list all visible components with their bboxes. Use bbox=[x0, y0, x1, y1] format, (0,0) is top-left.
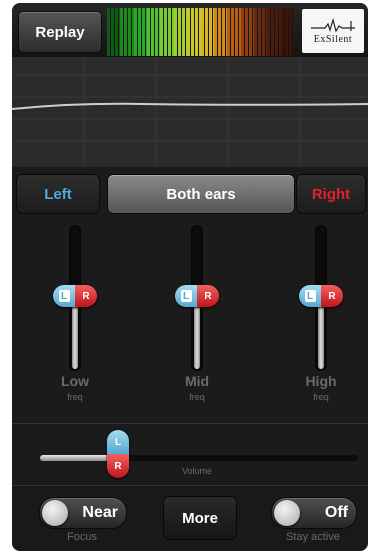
meter-segment bbox=[107, 8, 121, 56]
ear-selector: Left Both ears Right bbox=[12, 170, 368, 218]
more-button[interactable]: More bbox=[163, 496, 237, 540]
meter-segment bbox=[147, 8, 161, 56]
focus-label: Focus bbox=[67, 531, 97, 543]
brand-text: ExSilent bbox=[313, 34, 353, 45]
slider-sublabel: freq bbox=[189, 392, 205, 402]
meter-segment bbox=[200, 8, 214, 56]
high-freq-slider[interactable]: L R High freq bbox=[286, 221, 356, 413]
slider-fill bbox=[194, 297, 200, 369]
low-freq-slider[interactable]: L R Low freq bbox=[40, 221, 110, 413]
wave-icon bbox=[311, 17, 355, 33]
volume-handle[interactable]: L R bbox=[107, 430, 129, 478]
both-ears-button[interactable]: Both ears bbox=[107, 174, 295, 214]
meter-segment bbox=[253, 8, 268, 56]
meter-segment bbox=[213, 8, 228, 56]
replay-button[interactable]: Replay bbox=[18, 11, 102, 53]
brand-logo: ExSilent bbox=[302, 9, 364, 53]
mid-freq-slider[interactable]: L R Mid freq bbox=[162, 221, 232, 413]
slider-sublabel: freq bbox=[67, 392, 83, 402]
level-meter bbox=[107, 8, 295, 56]
slider-label: High bbox=[305, 373, 337, 389]
toggle-knob bbox=[42, 500, 68, 526]
app-screen: Replay ExSilent Left Both ears Right L R… bbox=[12, 3, 368, 551]
meter-segment bbox=[173, 8, 188, 56]
frequency-graph bbox=[12, 57, 368, 167]
right-marker: R bbox=[321, 285, 343, 307]
meter-segment bbox=[240, 8, 254, 56]
focus-toggle[interactable]: Near bbox=[39, 497, 127, 529]
slider-handle[interactable]: L R bbox=[299, 285, 343, 307]
meter-segment bbox=[120, 8, 134, 56]
right-ear-button[interactable]: Right bbox=[296, 174, 366, 214]
left-marker: L bbox=[180, 290, 192, 302]
meter-segment bbox=[133, 8, 148, 56]
meter-segment bbox=[187, 8, 201, 56]
focus-toggle-text: Near bbox=[82, 504, 118, 521]
left-marker: L bbox=[304, 290, 316, 302]
slider-fill bbox=[318, 297, 324, 369]
slider-handle[interactable]: L R bbox=[175, 285, 219, 307]
meter-segment bbox=[267, 8, 281, 56]
stay-active-label: Stay active bbox=[286, 531, 340, 543]
slider-label: Mid bbox=[184, 373, 210, 389]
bottom-bar: Near Focus More Off Stay active bbox=[12, 485, 368, 551]
slider-handle[interactable]: L R bbox=[53, 285, 97, 307]
slider-fill bbox=[72, 297, 78, 369]
meter-segment bbox=[280, 8, 295, 56]
right-marker: R bbox=[75, 285, 97, 307]
left-marker: L bbox=[58, 290, 70, 302]
volume-section: L R Volume bbox=[12, 423, 368, 486]
right-marker: R bbox=[107, 454, 129, 478]
slider-sublabel: freq bbox=[313, 392, 329, 402]
left-marker: L bbox=[107, 430, 129, 454]
toggle-knob bbox=[274, 500, 300, 526]
left-ear-button[interactable]: Left bbox=[16, 174, 100, 214]
volume-label: Volume bbox=[181, 466, 213, 476]
right-marker: R bbox=[197, 285, 219, 307]
top-bar: Replay ExSilent bbox=[12, 3, 368, 57]
slider-label: Low bbox=[61, 373, 89, 389]
stay-active-toggle[interactable]: Off bbox=[271, 497, 357, 529]
meter-segment bbox=[227, 8, 241, 56]
meter-segment bbox=[160, 8, 174, 56]
stay-toggle-text: Off bbox=[324, 504, 348, 521]
